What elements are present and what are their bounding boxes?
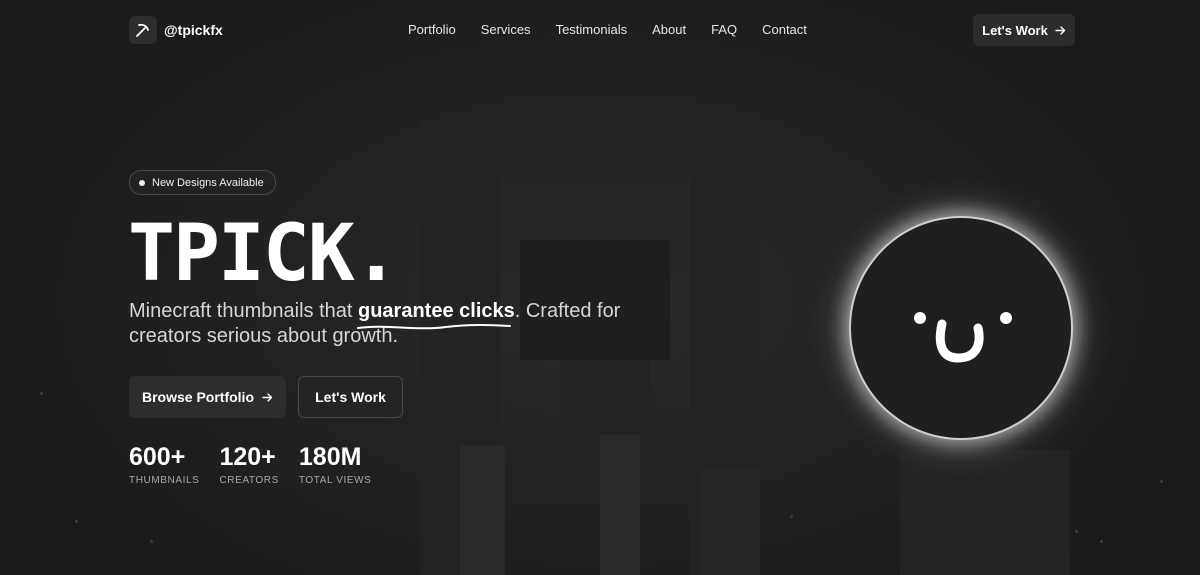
brand-handle: @tpickfx bbox=[164, 22, 223, 38]
arrow-right-icon bbox=[1055, 25, 1066, 35]
smiley-face-icon bbox=[914, 312, 1012, 363]
nav-link-testimonials[interactable]: Testimonials bbox=[556, 21, 628, 39]
squiggle-underline-icon bbox=[357, 324, 511, 330]
nav-lets-work-button[interactable]: Let's Work bbox=[973, 14, 1075, 46]
nav-link-services[interactable]: Services bbox=[481, 21, 531, 39]
avatar bbox=[851, 218, 1071, 438]
status-badge: New Designs Available bbox=[129, 170, 276, 195]
stat-label: CREATORS bbox=[219, 475, 279, 486]
lets-work-button[interactable]: Let's Work bbox=[298, 376, 403, 418]
status-dot-icon bbox=[139, 179, 145, 186]
nav-cta-label: Let's Work bbox=[982, 22, 1048, 38]
hero-title: TPICK. bbox=[128, 209, 400, 299]
stat-value: 120+ bbox=[219, 443, 276, 471]
stat-value: 600+ bbox=[129, 443, 186, 471]
top-navigation: @tpickfx Portfolio Services Testimonials… bbox=[0, 0, 1200, 60]
stat-label: THUMBNAILS bbox=[129, 475, 200, 486]
nav-link-portfolio[interactable]: Portfolio bbox=[408, 21, 456, 39]
brand-logo[interactable]: @tpickfx bbox=[129, 16, 223, 44]
stat-thumbnails: 600+ THUMBNAILS bbox=[129, 443, 199, 486]
nav-link-about[interactable]: About bbox=[652, 21, 686, 39]
tagline-text-before: Minecraft thumbnails that bbox=[129, 300, 358, 322]
arrow-right-icon bbox=[262, 392, 273, 402]
browse-portfolio-label: Browse Portfolio bbox=[141, 389, 254, 405]
tagline-highlight-text: guarantee clicks bbox=[358, 300, 515, 322]
nav-link-contact[interactable]: Contact bbox=[762, 21, 807, 39]
pickaxe-icon bbox=[129, 16, 157, 44]
tagline-highlight: guarantee clicks bbox=[357, 299, 515, 330]
browse-portfolio-button[interactable]: Browse Portfolio bbox=[129, 376, 286, 418]
nav-menu: Portfolio Services Testimonials About FA… bbox=[408, 21, 807, 39]
stat-creators: 120+ CREATORS bbox=[219, 443, 278, 486]
stat-total-views: 180M TOTAL VIEWS bbox=[299, 443, 372, 486]
lets-work-label: Let's Work bbox=[315, 389, 386, 405]
nav-link-faq[interactable]: FAQ bbox=[711, 21, 737, 39]
stat-label: TOTAL VIEWS bbox=[298, 475, 372, 486]
stats-row: 600+ THUMBNAILS 120+ CREATORS 180M TOTAL… bbox=[129, 443, 391, 486]
stat-value: 180M bbox=[298, 443, 362, 471]
hero-tagline: Minecraft thumbnails that guarantee clic… bbox=[129, 299, 649, 349]
badge-label: New Designs Available bbox=[152, 176, 264, 189]
